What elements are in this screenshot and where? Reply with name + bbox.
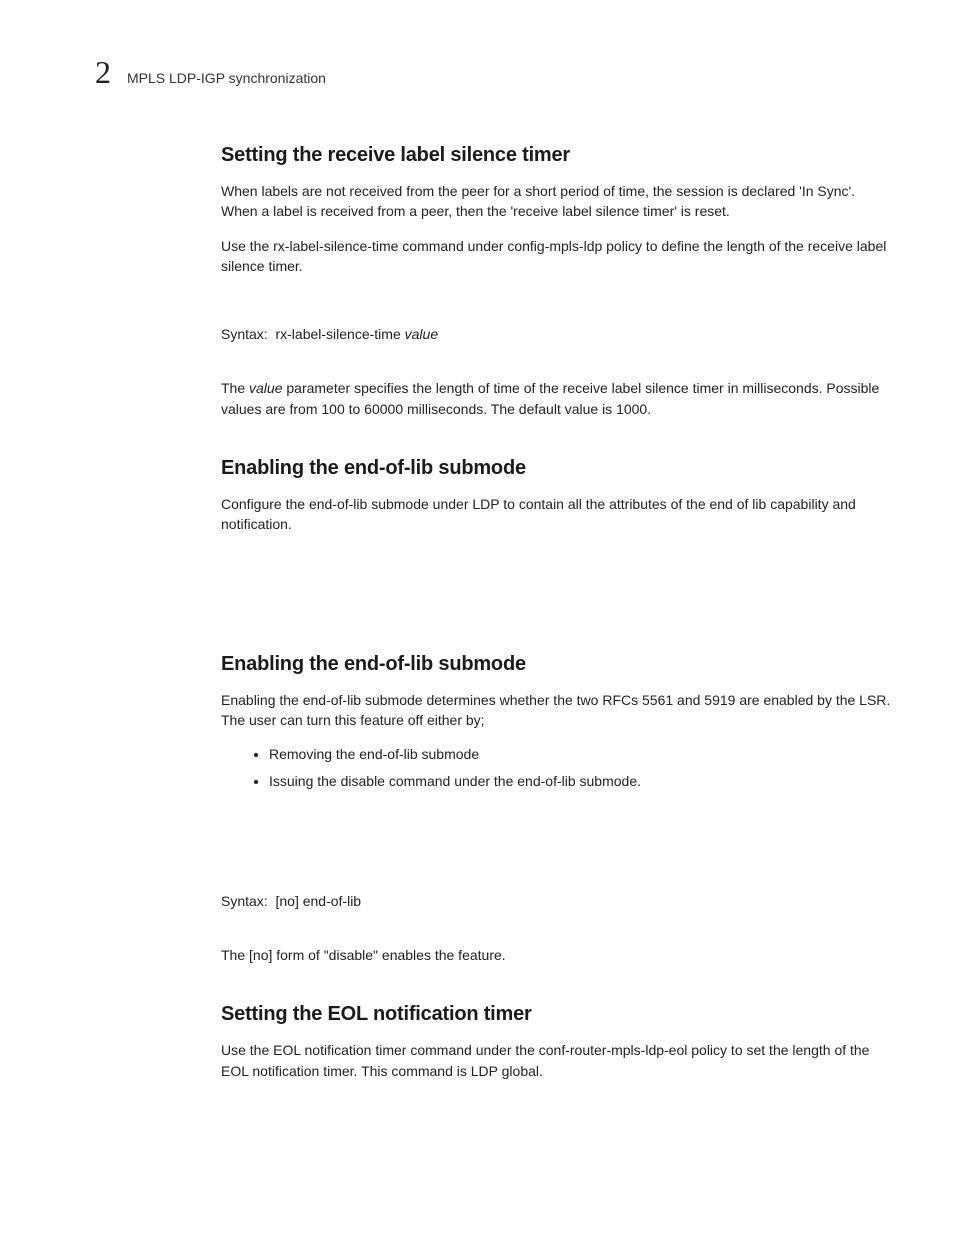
body-text: Use the rx-label-silence-time command un… — [221, 236, 894, 277]
page: 2 MPLS LDP-IGP synchronization Setting t… — [0, 0, 954, 1081]
heading-eol-notification-timer: Setting the EOL notification timer — [221, 1003, 894, 1026]
syntax-line: Syntax: [no] end-of-lib — [221, 891, 894, 911]
body-text: Configure the end-of-lib submode under L… — [221, 494, 894, 535]
syntax-command: [no] end-of-lib — [275, 893, 361, 909]
body-text: The value parameter specifies the length… — [221, 378, 894, 419]
heading-enable-eol-submode-1: Enabling the end-of-lib submode — [221, 457, 894, 480]
syntax-label: Syntax: — [221, 893, 268, 909]
running-header: 2 MPLS LDP-IGP synchronization — [95, 56, 894, 88]
chapter-number: 2 — [95, 56, 111, 88]
running-title: MPLS LDP-IGP synchronization — [127, 70, 326, 86]
list-item: Issuing the disable command under the en… — [269, 771, 894, 791]
syntax-line: Syntax: rx-label-silence-time value — [221, 324, 894, 344]
content-body: Setting the receive label silence timer … — [221, 144, 894, 1081]
syntax-param: value — [405, 326, 438, 342]
body-text: Use the EOL notification timer command u… — [221, 1040, 894, 1081]
body-text: When labels are not received from the pe… — [221, 181, 894, 222]
body-text: The [no] form of "disable" enables the f… — [221, 945, 894, 965]
list-item: Removing the end-of-lib submode — [269, 744, 894, 764]
syntax-command: rx-label-silence-time — [275, 326, 400, 342]
body-text: Enabling the end-of-lib submode determin… — [221, 690, 894, 731]
heading-receive-label-silence: Setting the receive label silence timer — [221, 144, 894, 167]
heading-enable-eol-submode-2: Enabling the end-of-lib submode — [221, 653, 894, 676]
syntax-label: Syntax: — [221, 326, 268, 342]
bullet-list: Removing the end-of-lib submode Issuing … — [221, 744, 894, 791]
